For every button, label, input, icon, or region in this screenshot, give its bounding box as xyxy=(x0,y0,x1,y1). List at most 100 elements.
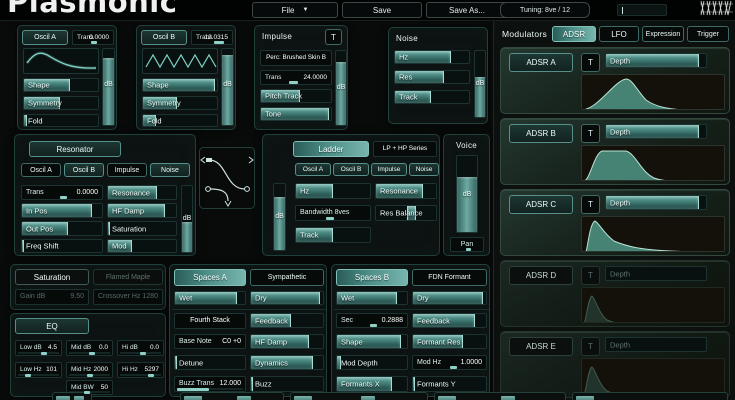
spaces-b-feedback-slider[interactable]: Feedback xyxy=(412,313,487,328)
oscil-a-trans-box[interactable]: Trans 0.0000 xyxy=(72,30,114,45)
eq-title-button[interactable]: EQ xyxy=(15,318,89,334)
spaces-b-type-selector[interactable]: FDN Formant xyxy=(412,269,487,286)
spaces-a-feedback-slider[interactable]: Feedback xyxy=(250,313,324,328)
adsr-b-button[interactable]: ADSR B xyxy=(509,124,573,143)
spaces-b-mod-hz-box[interactable]: Mod Hz 1.0000 xyxy=(412,355,487,370)
routing-display[interactable] xyxy=(199,147,255,209)
resonator-hf-damp-slider[interactable]: HF Damp xyxy=(107,203,177,218)
spaces-b-sec-box[interactable]: Sec 0.2888 xyxy=(336,313,408,328)
spaces-b-dry-slider[interactable]: Dry xyxy=(412,291,487,305)
adsr-c-t-button[interactable]: T xyxy=(581,195,600,214)
noise-res-slider[interactable]: Res xyxy=(394,70,470,84)
spaces-b-mod-depth-slider[interactable]: Mod Depth xyxy=(336,355,408,370)
eq-low-hz-box[interactable]: Low Hz101 xyxy=(15,362,62,378)
ladder-title-button[interactable]: Ladder xyxy=(293,141,369,157)
tab-lfo[interactable]: LFO xyxy=(599,26,639,42)
voice-pan-box[interactable]: Pan xyxy=(450,237,484,252)
spaces-a-dynamics-slider[interactable]: Dynamics xyxy=(250,355,324,370)
mod-slot[interactable] xyxy=(180,392,284,400)
mod-slot[interactable] xyxy=(434,392,566,400)
spaces-a-wet-slider[interactable]: Wet xyxy=(174,291,246,305)
mod-slot[interactable] xyxy=(290,392,428,400)
spaces-b-formants-x-slider[interactable]: Formants X xyxy=(336,376,408,392)
voice-db-slider[interactable]: dB xyxy=(456,155,478,233)
spaces-a-buzz-slider[interactable]: Buzz xyxy=(250,376,324,392)
eq-hi-db-box[interactable]: Hi dB0.0 xyxy=(117,340,164,356)
impulse-trans-box[interactable]: Trans 24.0000 xyxy=(260,70,332,85)
save-button[interactable]: Save xyxy=(342,2,422,18)
eq-hi-hz-box[interactable]: Hi Hz5297 xyxy=(117,362,164,378)
resonator-freq-shift-slider[interactable]: Freq Shift xyxy=(21,239,103,253)
adsr-c-button[interactable]: ADSR C xyxy=(509,195,573,214)
ladder-track-slider[interactable]: Track xyxy=(295,227,371,243)
resonator-source-oscil-b[interactable]: Oscil B xyxy=(64,163,104,177)
spaces-a-dry-slider[interactable]: Dry xyxy=(250,291,324,305)
spaces-a-stack-selector[interactable]: Fourth Stack xyxy=(174,313,246,329)
spaces-a-hf-damp-slider[interactable]: HF Damp xyxy=(250,334,324,349)
ladder-resonance-slider[interactable]: Resonance xyxy=(375,183,437,199)
ladder-res-balance-slider[interactable]: Res Balance xyxy=(375,205,437,221)
resonator-source-impulse[interactable]: Impulse xyxy=(107,163,147,177)
adsr-b-depth-slider[interactable]: Depth xyxy=(605,124,707,139)
impulse-tone-slider[interactable]: Tone xyxy=(260,107,332,121)
tab-adsr[interactable]: ADSR xyxy=(552,26,596,42)
saturation-type-selector[interactable]: Flamed Maple xyxy=(93,269,163,285)
tuning-button[interactable]: Tuning: 8ve / 12 xyxy=(500,2,590,18)
spaces-b-formants-y-slider[interactable]: Formants Y xyxy=(412,376,487,392)
saturation-title-button[interactable]: Saturation xyxy=(15,269,89,285)
adsr-a-depth-slider[interactable]: Depth xyxy=(605,53,707,68)
saturation-crossover-box[interactable]: Crossover Hz 1280 xyxy=(93,289,163,305)
adsr-e-t-button[interactable]: T xyxy=(581,337,600,356)
resonator-source-oscil-a[interactable]: Oscil A xyxy=(21,163,61,177)
oscil-a-db-slider[interactable]: dB xyxy=(102,48,115,126)
tab-expression[interactable]: Expression xyxy=(642,26,684,42)
oscil-b-fold-slider[interactable]: Fold xyxy=(142,114,218,127)
adsr-d-depth-slider[interactable]: Depth xyxy=(605,266,707,281)
adsr-e-depth-slider[interactable]: Depth xyxy=(605,337,707,352)
oscil-a-fold-slider[interactable]: Fold xyxy=(23,114,99,127)
status-display[interactable] xyxy=(617,4,667,16)
noise-db-slider[interactable]: dB xyxy=(474,50,486,118)
ladder-source-impulse[interactable]: Impulse xyxy=(371,163,407,176)
save-as-button[interactable]: Save As... xyxy=(426,2,508,18)
tab-trigger[interactable]: Trigger xyxy=(687,26,729,42)
file-menu-button[interactable]: File ▼ xyxy=(252,2,338,18)
ladder-mode-selector[interactable]: LP + HP Series xyxy=(373,141,437,157)
spaces-b-title-button[interactable]: Spaces B xyxy=(336,269,408,286)
saturation-gain-box[interactable]: Gain dB 9.50 xyxy=(15,289,89,305)
spaces-a-type-selector[interactable]: Sympathetic xyxy=(250,269,324,286)
ladder-source-noise[interactable]: Noise xyxy=(409,163,439,176)
resonator-db-slider[interactable]: dB xyxy=(181,185,193,253)
adsr-e-button[interactable]: ADSR E xyxy=(509,337,573,356)
impulse-t-button[interactable]: T xyxy=(325,29,342,45)
eq-low-db-box[interactable]: Low dB4.5 xyxy=(15,340,62,356)
ladder-db-slider[interactable]: dB xyxy=(273,183,286,251)
spaces-a-buzz-trans-box[interactable]: Buzz Trans 12.000 xyxy=(174,376,246,392)
ladder-bandwidth-box[interactable]: Bandwidth 8ves xyxy=(295,205,371,221)
resonator-in-pos-slider[interactable]: In Pos xyxy=(21,203,103,218)
oscil-b-db-slider[interactable]: dB xyxy=(221,48,234,126)
oscil-a-shape-slider[interactable]: Shape xyxy=(23,78,99,92)
adsr-b-t-button[interactable]: T xyxy=(581,124,600,143)
ladder-source-oscil-b[interactable]: Oscil B xyxy=(333,163,369,176)
spaces-a-base-note-box[interactable]: Base Note C0 +0 xyxy=(174,334,246,349)
spaces-a-title-button[interactable]: Spaces A xyxy=(174,269,246,286)
oscil-a-symmetry-slider[interactable]: Symmetry xyxy=(23,96,99,110)
ladder-source-oscil-a[interactable]: Oscil A xyxy=(295,163,331,176)
eq-mid-db-box[interactable]: Mid dB0.0 xyxy=(66,340,113,356)
oscil-b-title-button[interactable]: Oscil B xyxy=(141,30,187,45)
oscil-b-symmetry-slider[interactable]: Symmetry xyxy=(142,96,218,110)
spaces-b-shape-slider[interactable]: Shape xyxy=(336,334,408,349)
adsr-d-button[interactable]: ADSR D xyxy=(509,266,573,285)
adsr-a-t-button[interactable]: T xyxy=(581,53,600,72)
impulse-pitch-track-slider[interactable]: Pitch Track xyxy=(260,89,332,103)
adsr-a-button[interactable]: ADSR A xyxy=(509,53,573,72)
noise-hz-slider[interactable]: Hz xyxy=(394,50,470,64)
spaces-b-wet-slider[interactable]: Wet xyxy=(336,291,408,305)
impulse-preset-selector[interactable]: Perc: Brushed Skin B xyxy=(260,50,332,66)
resonator-saturation-slider[interactable]: Saturation xyxy=(107,221,177,236)
resonator-title-button[interactable]: Resonator xyxy=(29,141,121,157)
spaces-a-detune-slider[interactable]: Detune xyxy=(174,355,246,370)
adsr-c-depth-slider[interactable]: Depth xyxy=(605,195,707,210)
impulse-db-slider[interactable]: dB xyxy=(335,50,347,126)
